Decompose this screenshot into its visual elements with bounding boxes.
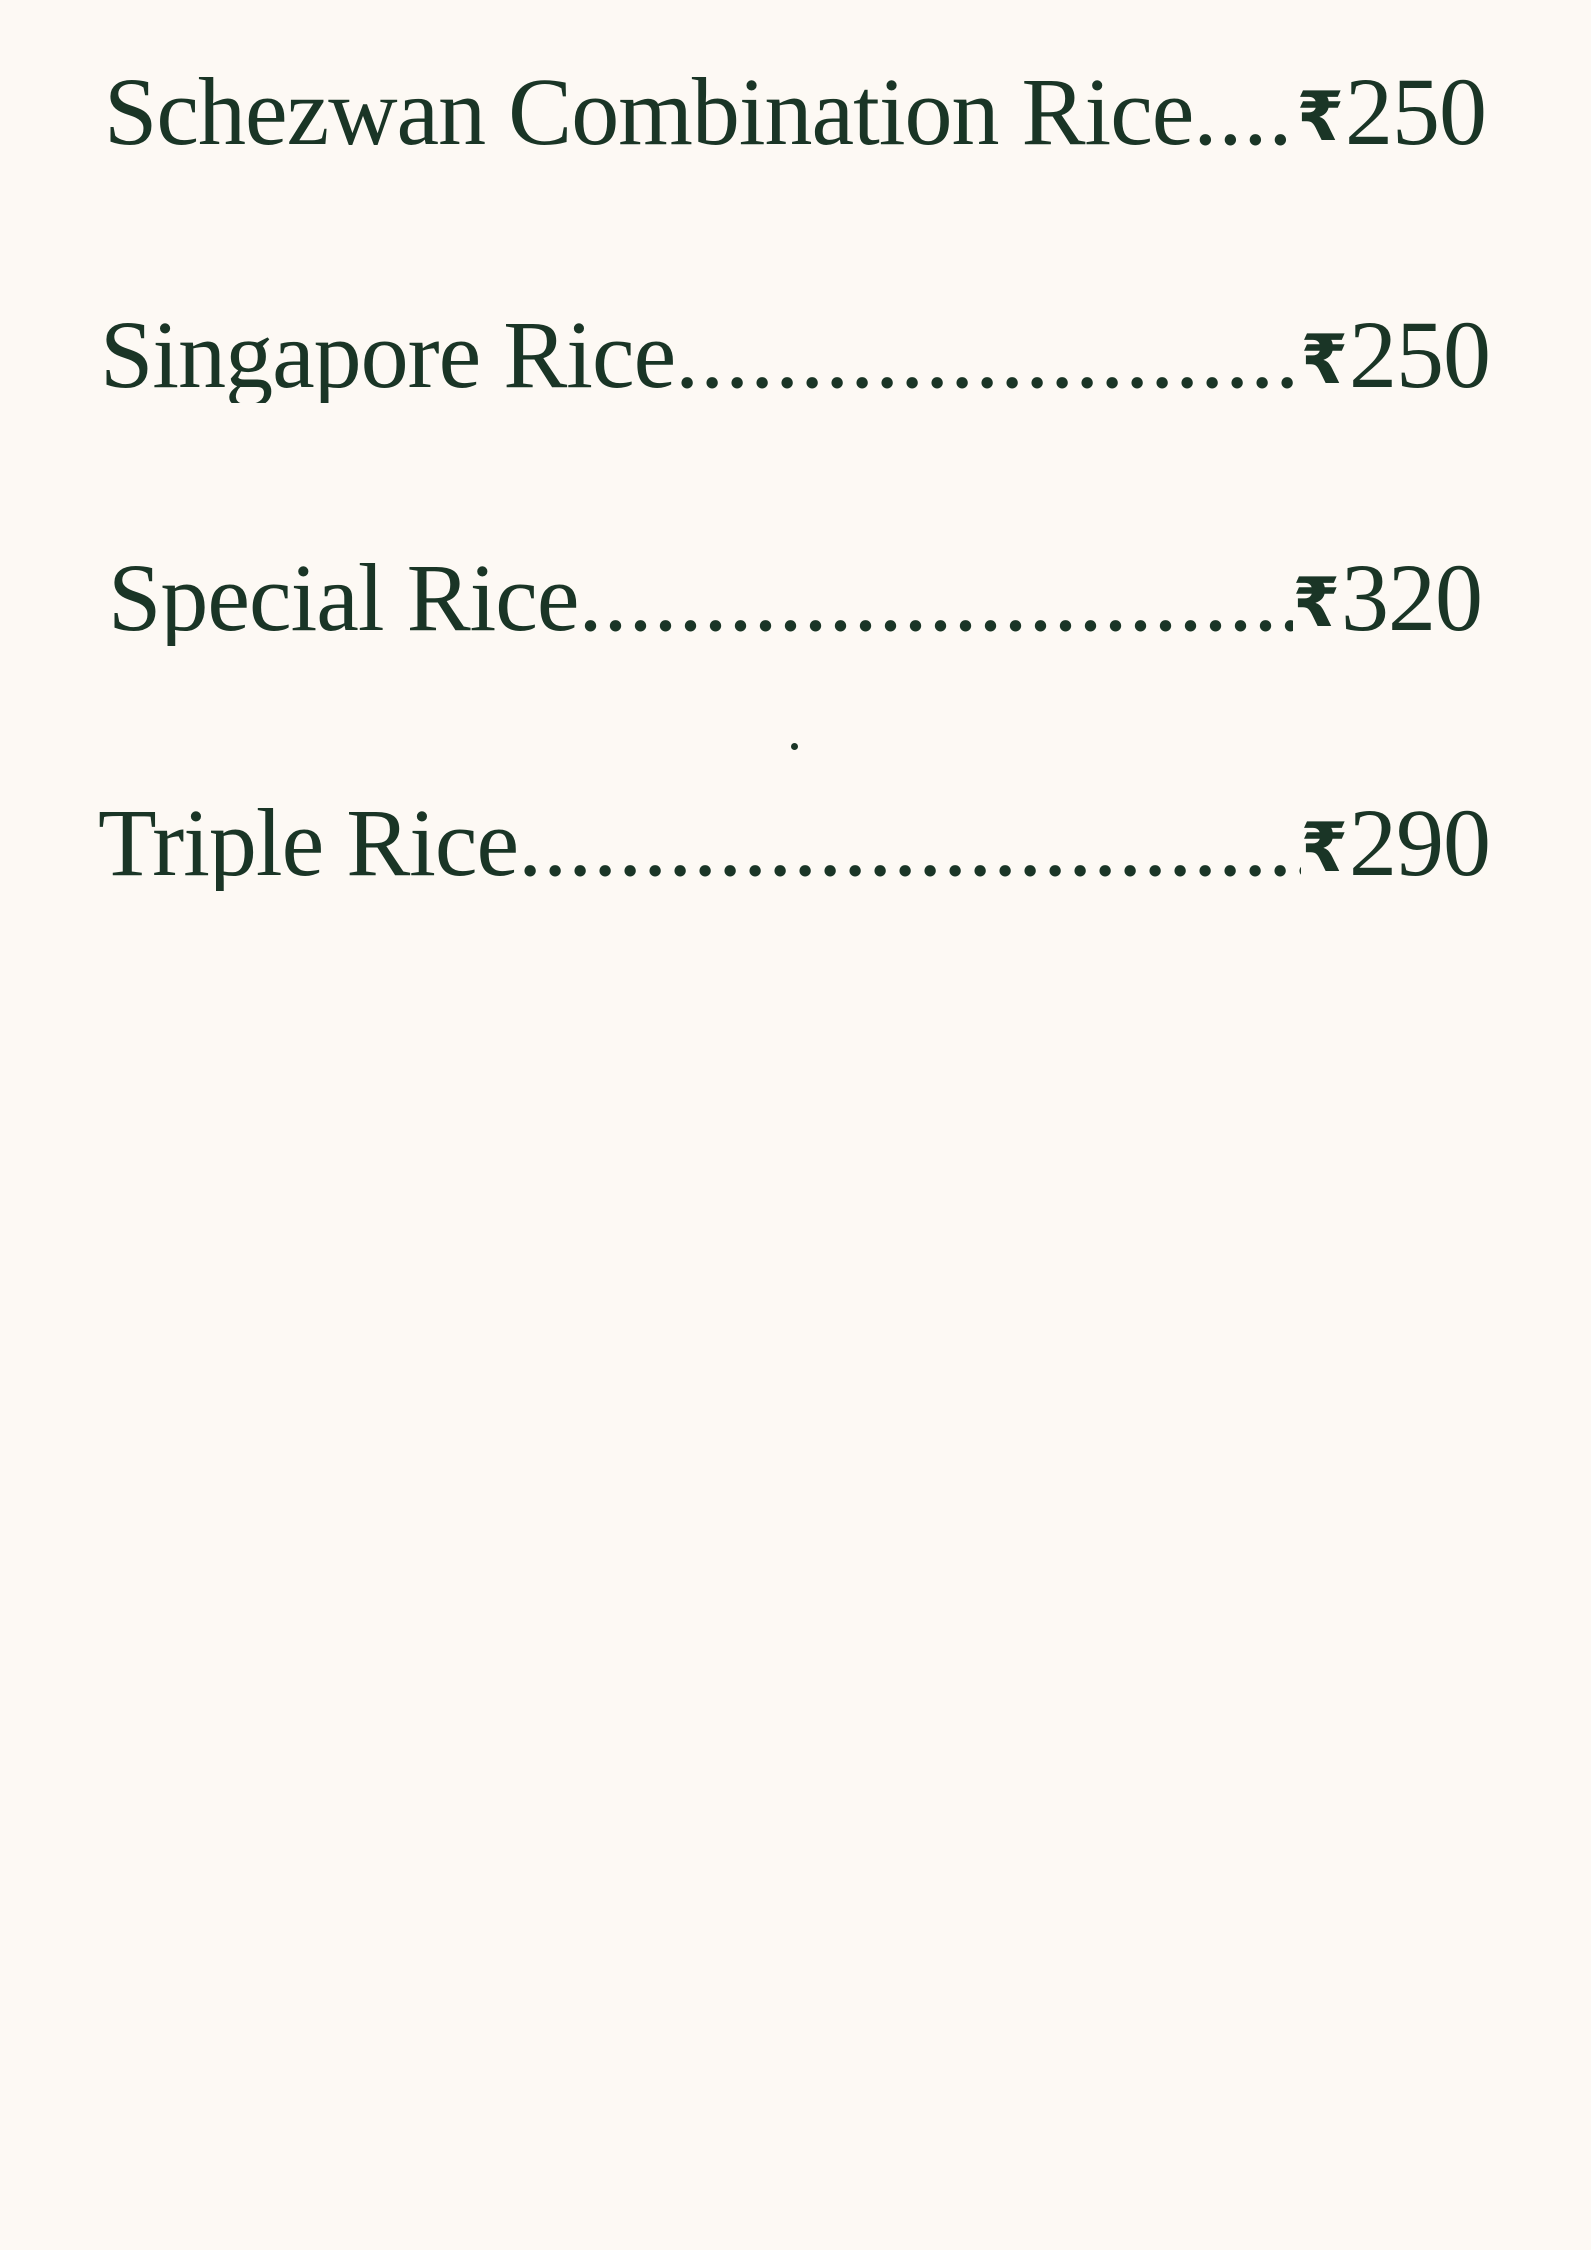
dot-leader: ........................................…: [675, 307, 1301, 403]
item-name: Singapore Rice: [100, 307, 676, 403]
item-name: Schezwan Combination Rice: [104, 64, 1194, 160]
rupee-icon: ₹: [1296, 78, 1344, 157]
menu-item: Singapore Rice .........................…: [100, 307, 1490, 403]
rupee-icon: ₹: [1300, 321, 1348, 400]
item-name: Special Rice: [108, 550, 579, 646]
menu-page: Schezwan Combination Rice ..............…: [0, 0, 1591, 2250]
rupee-icon: ₹: [1300, 809, 1348, 888]
stray-dot: [791, 743, 798, 750]
menu-item: Special Rice ...........................…: [108, 550, 1482, 646]
price-value: 320: [1341, 550, 1482, 646]
dot-leader: ........................................…: [578, 550, 1293, 646]
item-price: ₹ 320: [1293, 550, 1482, 646]
price-value: 290: [1349, 795, 1490, 891]
rupee-icon: ₹: [1292, 564, 1340, 643]
item-price: ₹ 250: [1301, 307, 1490, 403]
menu-item: Schezwan Combination Rice ..............…: [104, 64, 1486, 160]
price-value: 250: [1349, 307, 1490, 403]
price-value: 250: [1345, 64, 1486, 160]
dot-leader: ........................................…: [518, 795, 1301, 891]
item-price: ₹ 250: [1297, 64, 1486, 160]
dot-leader: ........................................…: [1193, 64, 1296, 160]
item-name: Triple Rice: [98, 795, 519, 891]
item-price: ₹ 290: [1301, 795, 1490, 891]
menu-item: Triple Rice ............................…: [98, 795, 1490, 891]
